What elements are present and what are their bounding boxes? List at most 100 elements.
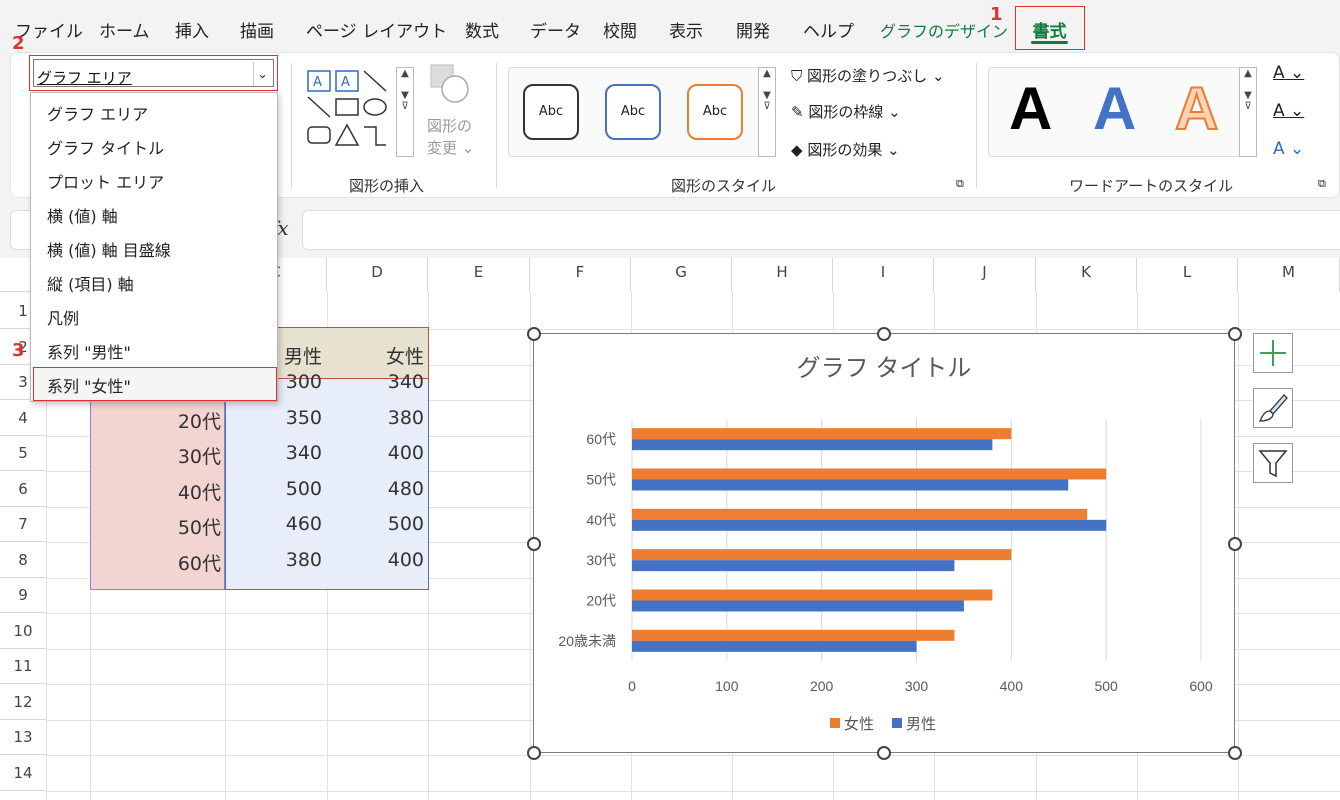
male-value-cell[interactable]: 500 [240,478,322,500]
age-cell[interactable]: 60代 [95,549,221,576]
column-header[interactable]: F [530,258,631,292]
row-header[interactable]: 10 [0,614,46,649]
row-header[interactable]: 13 [0,720,46,755]
wordart-style-black[interactable]: A [1009,74,1052,143]
resize-handle[interactable] [527,746,541,760]
row-header[interactable]: 5 [0,436,46,471]
column-header[interactable]: J [934,258,1036,292]
menu-review[interactable]: 校閲 [603,17,637,42]
row-header[interactable]: 8 [0,543,46,578]
text-fill-icon[interactable]: A ⌄ [1273,63,1304,83]
dropdown-item[interactable]: プロット エリア [47,169,164,193]
wordart-style-blue[interactable]: A [1093,74,1136,143]
dropdown-item[interactable]: グラフ タイトル [47,135,164,159]
change-shape-label-2[interactable]: 変更 ⌄ [427,137,474,158]
age-cell[interactable]: 30代 [95,442,221,469]
column-header[interactable]: D [327,258,428,292]
menu-data[interactable]: データ [530,17,581,42]
text-effects-icon[interactable]: A ⌄ [1273,139,1304,159]
column-header[interactable]: L [1137,258,1238,292]
dropdown-item[interactable]: 系列 "男性" [47,339,131,363]
shape-styles-gallery[interactable]: Abc Abc Abc [508,67,776,157]
column-header[interactable]: M [1238,258,1340,292]
female-value-cell[interactable]: 400 [330,442,424,464]
column-header[interactable]: I [833,258,934,292]
female-value-cell[interactable]: 500 [330,513,424,535]
shape-style-blue[interactable]: Abc [605,84,661,140]
dialog-launcher-icon[interactable]: ⧉ [1318,177,1326,191]
chevron-down-icon[interactable]: ⌄ [253,62,271,86]
text-outline-icon[interactable]: A ⌄ [1273,101,1304,121]
wordart-gallery[interactable]: A A A [988,67,1246,157]
menu-help[interactable]: ヘルプ [803,17,854,42]
row-header[interactable]: 6 [0,472,46,507]
resize-handle[interactable] [527,327,541,341]
resize-handle[interactable] [527,537,541,551]
tab-format[interactable]: 書式 [1015,6,1085,50]
dropdown-item[interactable]: 横 (値) 軸 目盛線 [47,237,171,261]
male-value-cell[interactable]: 460 [240,513,322,535]
dialog-launcher-icon[interactable]: ⧉ [956,177,964,191]
row-header[interactable]: 4 [0,401,46,436]
chart-element-dropdown: グラフ エリア グラフ タイトル プロット エリア横 (値) 軸横 (値) 軸 目盛… [30,92,278,402]
chart-styles-button[interactable] [1253,388,1293,428]
dropdown-item[interactable]: 系列 "女性" [47,373,131,397]
female-value-cell[interactable]: 380 [330,407,424,429]
column-header[interactable]: H [732,258,833,292]
age-cell[interactable]: 20代 [95,407,221,434]
shape-style-orange[interactable]: Abc [687,84,743,140]
age-cell[interactable]: 40代 [95,478,221,505]
menu-chart-design[interactable]: グラフのデザイン [880,18,1008,42]
menu-draw[interactable]: 描画 [240,17,274,42]
dropdown-item[interactable]: 凡例 [47,305,79,329]
shapes-gallery-scroll[interactable]: ▲ ▼ ⊽ [396,67,414,157]
wordart-scroll[interactable]: ▲ ▼ ⊽ [1239,67,1257,157]
change-shape-icon[interactable] [429,63,469,103]
menu-formulas[interactable]: 数式 [465,17,499,42]
male-value-cell[interactable]: 340 [240,442,322,464]
menu-view[interactable]: 表示 [669,17,703,42]
row-header[interactable]: 14 [0,756,46,791]
row-header[interactable]: 7 [0,507,46,542]
menu-file[interactable]: ファイル [15,17,83,42]
chart-element-selector-field[interactable]: グラフ エリア ⌄ [33,59,274,87]
row-header[interactable]: 11 [0,649,46,684]
female-value-cell[interactable]: 340 [330,371,424,393]
shape-fill-button[interactable]: ⛉ 図形の塗りつぶし ⌄ [791,65,945,86]
resize-handle[interactable] [877,746,891,760]
menu-page-layout[interactable]: ページ レイアウト [306,17,447,42]
change-shape-label[interactable]: 図形の [427,115,472,136]
age-cell[interactable]: 50代 [95,513,221,540]
column-header[interactable]: G [631,258,732,292]
shape-effects-button[interactable]: ◆ 図形の効果 ⌄ [791,139,900,160]
step-marker-3: 3 [12,340,25,361]
wordart-style-orange[interactable]: A [1174,74,1219,143]
resize-handle[interactable] [1228,746,1242,760]
menu-developer[interactable]: 開発 [736,17,770,42]
header-female[interactable]: 女性 [330,342,424,369]
shape-style-black[interactable]: Abc [523,84,579,140]
column-header[interactable]: K [1036,258,1137,292]
female-value-cell[interactable]: 400 [330,549,424,571]
resize-handle[interactable] [1228,327,1242,341]
row-header[interactable]: 9 [0,578,46,613]
chart-filters-button[interactable] [1253,443,1293,483]
column-header[interactable]: E [428,258,530,292]
formula-input[interactable] [302,210,1340,250]
chart-elements-button[interactable] [1253,333,1293,373]
dropdown-item[interactable]: 横 (値) 軸 [47,203,118,227]
chart-area[interactable]: グラフ タイトル 0 100 200 300 400 500 600 20歳未満 20代 30代 40… [533,333,1235,753]
chart-element-selector[interactable]: グラフ エリア ⌄ [29,55,278,91]
male-value-cell[interactable]: 350 [240,407,322,429]
male-value-cell[interactable]: 380 [240,549,322,571]
row-header[interactable]: 12 [0,685,46,720]
menu-home[interactable]: ホーム [99,17,150,42]
shape-styles-scroll[interactable]: ▲ ▼ ⊽ [758,67,776,157]
dropdown-item[interactable]: グラフ エリア [47,101,148,125]
shape-outline-button[interactable]: ✎ 図形の枠線 ⌄ [791,101,901,122]
menu-insert[interactable]: 挿入 [175,17,209,42]
resize-handle[interactable] [877,327,891,341]
dropdown-item[interactable]: 縦 (項目) 軸 [47,271,134,295]
resize-handle[interactable] [1228,537,1242,551]
female-value-cell[interactable]: 480 [330,478,424,500]
